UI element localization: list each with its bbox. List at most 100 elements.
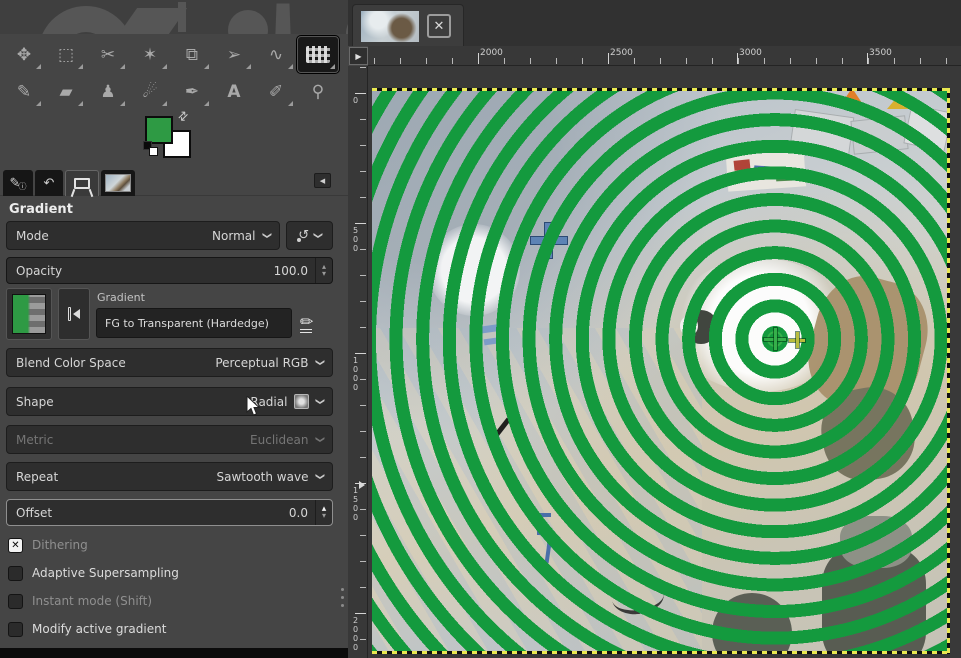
opacity-label: Opacity (16, 264, 274, 278)
opacity-slider[interactable]: Opacity 100.0 ▴ ▾ (6, 257, 333, 284)
v-ruler-label: 500 (351, 226, 359, 253)
text-tool-icon[interactable]: A (214, 74, 254, 109)
fuzzy-select-tool-icon[interactable]: ✶ (130, 37, 170, 72)
vertical-ruler[interactable]: 0 500 1000 1500 2000 (348, 66, 368, 658)
default-colors-icon[interactable] (143, 141, 159, 157)
canvas-image[interactable] (372, 88, 950, 654)
tab-undo-history[interactable]: ↶ (35, 170, 63, 196)
spin-down-icon: ▾ (322, 513, 326, 519)
dithering-checkbox-row[interactable]: ✕ Dithering (8, 537, 88, 553)
metric-dropdown: Metric Euclidean ❯ (6, 425, 333, 454)
dock-resize-handle[interactable] (338, 588, 346, 607)
scissors-select-tool-icon[interactable]: ✂ (88, 37, 128, 72)
v-ruler-label: 0 (351, 96, 359, 105)
color-picker-tool-icon[interactable]: ✐ (256, 74, 296, 109)
chevron-down-icon: ❯ (262, 232, 271, 240)
radial-gradient-rings (372, 88, 950, 654)
reset-mode-icon: ↺ (298, 228, 309, 243)
blend-color-space-label: Blend Color Space (16, 356, 215, 370)
mode-label: Mode (16, 229, 212, 243)
opacity-spinner[interactable]: ▴ ▾ (315, 258, 332, 283)
instant-mode-checkbox-row[interactable]: Instant mode (Shift) (8, 593, 152, 609)
foreground-color-swatch[interactable] (145, 116, 173, 144)
gimp-wilber-watermark (0, 0, 348, 34)
checkbox-unchecked[interactable] (8, 566, 23, 581)
image-tab[interactable]: ✕ (352, 4, 464, 46)
adaptive-supersampling-checkbox-row[interactable]: Adaptive Supersampling (8, 565, 179, 581)
chevron-down-icon: ❯ (315, 398, 324, 406)
mode-switch-button[interactable]: ↺ ❯ (286, 221, 333, 250)
tab-tool-options[interactable]: ✎ⓘ (3, 170, 33, 196)
gradient-end-handle[interactable] (789, 332, 805, 348)
layer-boundary-bottom (372, 651, 950, 654)
gradient-preview-button[interactable] (6, 288, 52, 340)
edit-gradient-icon[interactable]: ✏ (300, 312, 324, 334)
v-ruler-label: 2000 (351, 616, 359, 652)
v-ruler-ticks (360, 67, 366, 658)
dock-bottom-bar (0, 648, 348, 658)
transform-tool-icon[interactable]: ➢ (214, 37, 254, 72)
clone-tool-icon[interactable]: ♟ (88, 74, 128, 109)
easel-icon (74, 178, 90, 189)
menu-arrow-icon: ◀ (320, 177, 325, 185)
offset-spinner[interactable]: ▴ ▾ (315, 500, 332, 525)
tab-images[interactable] (65, 170, 99, 196)
repeat-dropdown[interactable]: Repeat Sawtooth wave ❯ (6, 462, 333, 491)
horizontal-ruler[interactable]: 2000 2500 3000 3500 (368, 46, 961, 66)
blend-color-space-value: Perceptual RGB (215, 356, 308, 370)
h-ruler-ticks (374, 58, 961, 64)
repeat-label: Repeat (16, 470, 217, 484)
instant-mode-label: Instant mode (Shift) (32, 594, 152, 608)
swap-colors-icon[interactable]: ⇄ (175, 107, 192, 124)
toolbox: ✥ ⬚ ✂ ✶ ⧉ ➢ ∿ ✎ ▰ ♟ ☄ ✒ A ✐ ⚲ (0, 34, 348, 116)
warp-transform-tool-icon[interactable]: ∿ (256, 37, 296, 72)
eraser-tool-icon[interactable]: ▰ (46, 74, 86, 109)
dock-tab-bar: ✎ⓘ ↶ (0, 169, 348, 196)
ink-tool-icon[interactable]: ✒ (172, 74, 212, 109)
tool-options-title: Gradient (9, 202, 73, 217)
move-tool-icon[interactable]: ✥ (4, 37, 44, 72)
opacity-value: 100.0 (274, 264, 308, 278)
smudge-tool-icon[interactable]: ☄ (130, 74, 170, 109)
canvas-viewport[interactable] (368, 66, 961, 658)
flip-bar-icon (68, 307, 71, 321)
dithering-label: Dithering (32, 538, 88, 552)
ruler-corner-menu-button[interactable]: ▶ (349, 47, 368, 65)
checkbox-unchecked[interactable] (8, 622, 23, 637)
shape-dropdown[interactable]: Shape Radial ❯ (6, 387, 333, 416)
adaptive-supersampling-label: Adaptive Supersampling (32, 566, 179, 580)
checkbox-checked[interactable]: ✕ (8, 538, 23, 553)
rectangle-select-tool-icon[interactable]: ⬚ (46, 37, 86, 72)
mode-dropdown[interactable]: Mode Normal ❯ (6, 221, 280, 250)
offset-value: 0.0 (289, 506, 308, 520)
shape-label: Shape (16, 395, 250, 409)
mouse-cursor (246, 396, 262, 418)
ruler-pointer-marker (359, 481, 365, 489)
h-ruler-label: 2000 (480, 48, 503, 58)
mode-value: Normal (212, 229, 255, 243)
layer-boundary-top (372, 88, 950, 91)
v-ruler-label: 1000 (351, 356, 359, 392)
offset-slider[interactable]: Offset 0.0 ▴ ▾ (6, 499, 333, 526)
tab-image-thumbnail[interactable] (101, 170, 135, 196)
modify-active-gradient-checkbox-row[interactable]: Modify active gradient (8, 621, 166, 637)
close-image-icon[interactable]: ✕ (427, 14, 451, 38)
chevron-down-icon: ❯ (315, 473, 324, 481)
crop-tool-icon[interactable]: ⧉ (172, 37, 212, 72)
reverse-gradient-button[interactable] (58, 288, 90, 340)
h-ruler-label: 3000 (739, 48, 762, 58)
gradient-swatch (12, 294, 46, 334)
blend-color-space-dropdown[interactable]: Blend Color Space Perceptual RGB ❯ (6, 348, 333, 377)
gradient-tool-icon[interactable] (297, 36, 339, 73)
checkbox-unchecked[interactable] (8, 594, 23, 609)
gradient-start-handle[interactable] (764, 328, 786, 350)
right-arrow-icon: ▶ (355, 52, 361, 61)
gradient-select[interactable]: FG to Transparent (Hardedge) (96, 308, 292, 338)
gradient-name: FG to Transparent (Hardedge) (105, 317, 269, 330)
chevron-down-icon: ❯ (312, 232, 321, 240)
pencil-tool-icon[interactable]: ✎ (4, 74, 44, 109)
dock-menu-button[interactable]: ◀ (314, 173, 331, 188)
h-ruler-label: 2500 (610, 48, 633, 58)
zoom-tool-icon[interactable]: ⚲ (298, 74, 338, 109)
layer-boundary-right (947, 88, 950, 654)
